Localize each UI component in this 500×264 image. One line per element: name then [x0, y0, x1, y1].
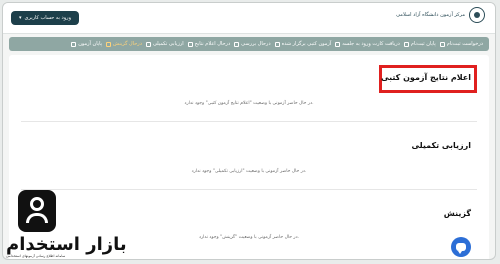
chat-button[interactable]	[451, 237, 471, 257]
chat-icon	[456, 243, 466, 254]
megaphone-icon	[187, 41, 193, 47]
tab-0[interactable]: درخواست ثبت‌نام	[439, 41, 483, 47]
section-title-selection: گزینش	[443, 209, 471, 218]
section-divider	[21, 121, 477, 122]
flag-icon	[71, 41, 77, 47]
logo-title: مرکز آزمون دانشگاه آزاد اسلامی	[396, 12, 465, 18]
tab-5[interactable]: درحال اعلام نتایج	[187, 41, 231, 47]
chevron-down-icon: ▾	[19, 15, 22, 21]
clipboard-icon	[145, 41, 151, 47]
section-title-written-results: اعلام نتایج آزمون کتبی	[381, 73, 471, 82]
watermark-subtitle: سامانه اطلاع رسانی آزمونهای استخدامی	[6, 254, 66, 258]
login-button-label: ورود به حساب کاربری	[24, 15, 71, 21]
document-icon	[439, 41, 445, 47]
tab-label: درخواست ثبت‌نام	[446, 41, 483, 47]
login-button[interactable]: ▾ ورود به حساب کاربری	[11, 11, 79, 25]
site-logo[interactable]: مرکز آزمون دانشگاه آزاد اسلامی	[396, 7, 485, 23]
tab-8[interactable]: پایان آزمون	[71, 41, 102, 47]
tab-label: دریافت کارت ورود به جلسه	[342, 41, 400, 47]
filter-icon	[106, 41, 112, 47]
university-emblem-icon	[469, 7, 485, 23]
tab-1[interactable]: پایان ثبت‌نام	[403, 41, 436, 47]
user-badge-icon	[18, 190, 56, 232]
check-icon	[403, 41, 409, 47]
tab-7[interactable]: درحال گزینش	[106, 41, 142, 47]
card-icon	[335, 41, 341, 47]
tab-6[interactable]: ارزیابی تکمیلی	[145, 41, 184, 47]
tab-label: آزمون کتبی برگزار شده	[281, 41, 332, 47]
tab-4[interactable]: درحال بررسی	[234, 41, 271, 47]
tab-label: درحال اعلام نتایج	[194, 41, 231, 47]
tab-label: پایان آزمون	[78, 41, 103, 47]
top-bar: ▾ ورود به حساب کاربری مرکز آزمون دانشگاه…	[3, 3, 495, 34]
tab-label: درحال گزینش	[113, 41, 142, 47]
tab-label: ارزیابی تکمیلی	[152, 41, 184, 47]
edit-icon	[274, 41, 280, 47]
section-title-supplementary-evaluation: ارزیابی تکمیلی	[411, 141, 472, 150]
tab-label: درحال بررسی	[241, 41, 271, 47]
section-message-written-results: در حال حاضر آزمونی با وضعیت "اعلام نتایج…	[184, 101, 314, 106]
tab-3[interactable]: آزمون کتبی برگزار شده	[274, 41, 332, 47]
section-message-supplementary-evaluation: در حال حاضر آزمونی با وضعیت "ارزیابی تکم…	[191, 169, 307, 174]
tab-label: پایان ثبت‌نام	[410, 41, 436, 47]
status-tabs: درخواست ثبت‌نام پایان ثبت‌نام دریافت کارت …	[9, 37, 489, 51]
watermark-brand: بازار استخدام	[6, 234, 127, 255]
folder-icon	[234, 41, 240, 47]
tab-2[interactable]: دریافت کارت ورود به جلسه	[335, 41, 400, 47]
watermark-logo: بازار استخدام سامانه اطلاع رسانی آزمونها…	[6, 190, 127, 264]
